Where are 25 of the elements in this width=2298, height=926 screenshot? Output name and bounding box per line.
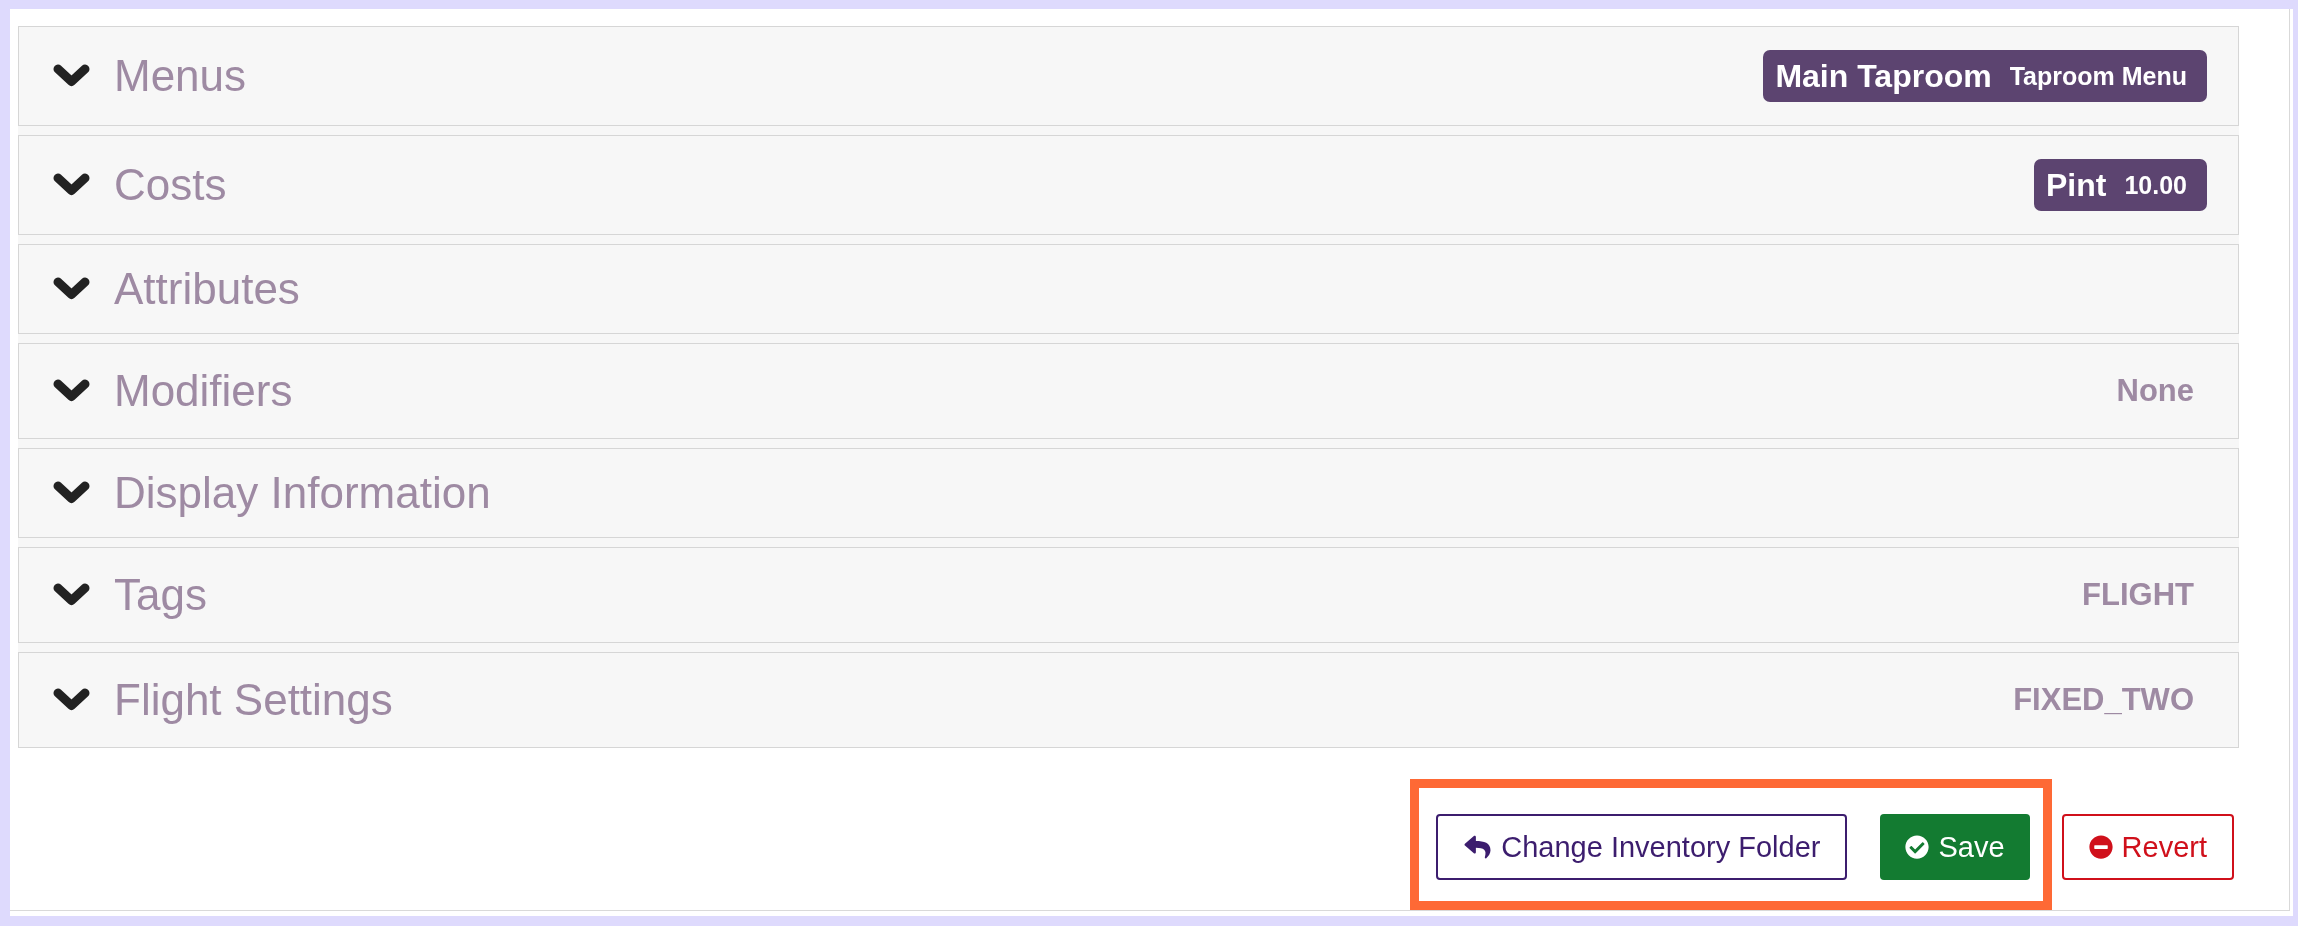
badge-title: Pint: [2046, 169, 2107, 201]
section-title[interactable]: Costs: [114, 159, 227, 211]
badge-title: Main Taproom: [1775, 60, 1992, 92]
chevron-down-icon[interactable]: [53, 173, 90, 197]
chevron-down-icon[interactable]: [53, 583, 90, 607]
section-title[interactable]: Tags: [114, 569, 207, 621]
chevron-down-icon[interactable]: [53, 64, 90, 88]
chevron-down-icon[interactable]: [53, 481, 90, 505]
summary-text: FLIGHT: [2082, 576, 2194, 614]
revert-button[interactable]: Revert: [2061, 814, 2234, 880]
chevron-down-icon[interactable]: [53, 277, 90, 301]
section-title[interactable]: Modifiers: [114, 365, 293, 417]
section-title[interactable]: Attributes: [114, 263, 300, 315]
section-title[interactable]: Menus: [114, 50, 247, 102]
chevron-down-icon[interactable]: [53, 379, 90, 403]
reply-arrow-icon: [1463, 834, 1493, 860]
summary-text: FIXED_TWO: [2013, 681, 2194, 719]
section-title[interactable]: Display Information: [114, 467, 491, 519]
badge-subtitle: 10.00: [2124, 172, 2187, 198]
badge-subtitle: Taproom Menu: [2009, 63, 2187, 89]
section-title[interactable]: Flight Settings: [114, 674, 393, 726]
chevron-down-icon[interactable]: [53, 688, 90, 712]
summary-text: None: [2116, 372, 2194, 410]
change-folder-button[interactable]: Change Inventory Folder: [1436, 814, 1848, 880]
save-button[interactable]: Save: [1880, 814, 2030, 880]
